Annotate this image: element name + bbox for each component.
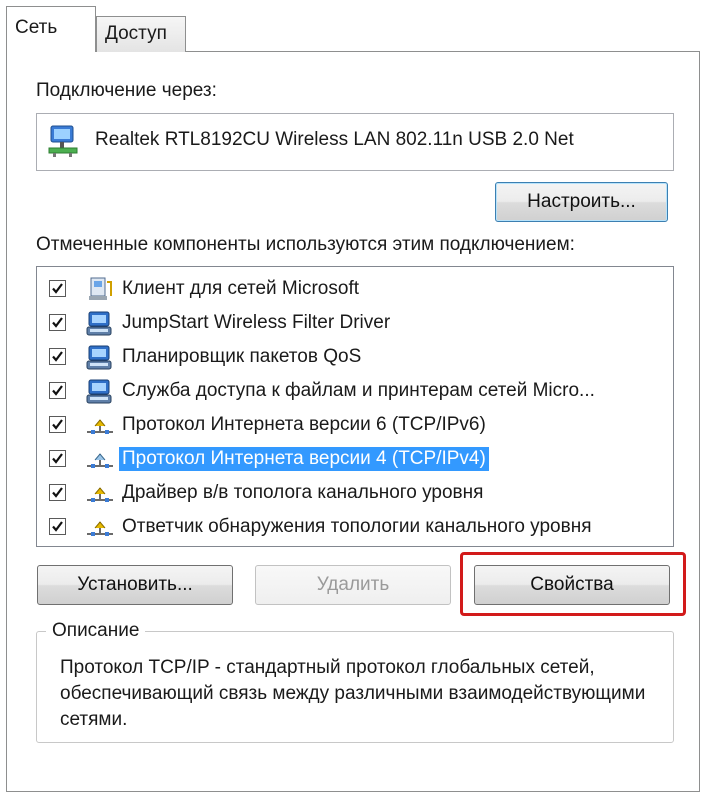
checkbox[interactable] <box>49 280 66 297</box>
highlight-frame <box>460 552 686 616</box>
tab-network[interactable]: Сеть <box>6 6 96 52</box>
list-item-label: Клиент для сетей Microsoft <box>122 278 359 299</box>
protocol-icon <box>85 412 115 440</box>
components-list[interactable]: Клиент для сетей Microsoft JumpStart Wir… <box>36 266 674 547</box>
list-item-label: JumpStart Wireless Filter Driver <box>122 312 391 333</box>
list-item-label: Ответчик обнаружения топологии канальног… <box>122 516 592 537</box>
list-item-label: Драйвер в/в тополога канального уровня <box>122 482 484 503</box>
list-item[interactable]: JumpStart Wireless Filter Driver <box>37 307 673 341</box>
protocol-icon <box>85 446 115 474</box>
list-item[interactable]: Ответчик обнаружения топологии канальног… <box>37 511 673 545</box>
checkbox[interactable] <box>49 518 66 535</box>
list-item[interactable]: Планировщик пакетов QoS <box>37 341 673 375</box>
adapter-name: Realtek RTL8192CU Wireless LAN 802.11n U… <box>95 129 574 150</box>
network-service-icon <box>85 378 115 406</box>
checkbox[interactable] <box>49 314 66 331</box>
network-client-icon <box>85 276 115 304</box>
list-item-label: Протокол Интернета версии 6 (TCP/IPv6) <box>122 414 486 435</box>
tab-access[interactable]: Доступ <box>96 16 186 52</box>
components-label: Отмеченные компоненты используются этим … <box>36 234 575 255</box>
list-item[interactable]: Клиент для сетей Microsoft <box>37 273 673 307</box>
connect-via-label: Подключение через: <box>36 80 217 101</box>
adapter-field: Realtek RTL8192CU Wireless LAN 802.11n U… <box>36 113 674 171</box>
network-service-icon <box>85 344 115 372</box>
network-service-icon <box>85 310 115 338</box>
list-item[interactable]: Протокол Интернета версии 6 (TCP/IPv6) <box>37 409 673 443</box>
checkbox[interactable] <box>49 416 66 433</box>
list-item-label: Протокол Интернета версии 4 (TCP/IPv4) <box>119 447 489 471</box>
list-item[interactable]: Драйвер в/в тополога канального уровня <box>37 477 673 511</box>
configure-button[interactable]: Настроить... <box>495 182 668 222</box>
install-button[interactable]: Установить... <box>37 565 233 605</box>
checkbox[interactable] <box>49 382 66 399</box>
list-item-label: Служба доступа к файлам и принтерам сете… <box>122 380 595 401</box>
checkbox[interactable] <box>49 450 66 467</box>
description-title: Описание <box>46 620 146 642</box>
list-item-label: Планировщик пакетов QoS <box>122 346 362 367</box>
list-item-selected[interactable]: Протокол Интернета версии 4 (TCP/IPv4) <box>37 443 673 477</box>
checkbox[interactable] <box>49 484 66 501</box>
list-item[interactable]: Служба доступа к файлам и принтерам сете… <box>37 375 673 409</box>
protocol-icon <box>85 514 115 542</box>
protocol-icon <box>85 480 115 508</box>
checkbox[interactable] <box>49 348 66 365</box>
remove-button: Удалить <box>255 565 451 605</box>
network-adapter-icon <box>47 124 79 163</box>
description-text: Протокол TCP/IP - стандартный протокол г… <box>60 657 646 730</box>
